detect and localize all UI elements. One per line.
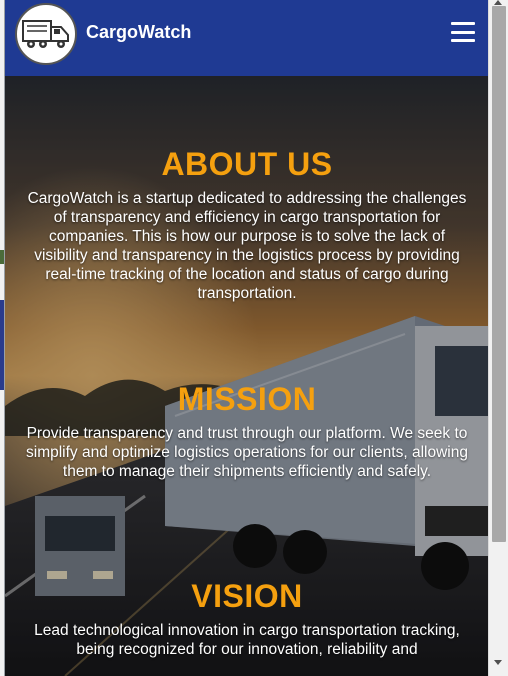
vision-text: Lead technological innovation in cargo t… [34,622,460,658]
vertical-scrollbar[interactable] [488,0,508,676]
about-text: CargoWatch is a startup dedicated to add… [27,190,467,302]
about-section: ABOUT US CargoWatch is a startup dedicat… [5,146,488,303]
brand-name[interactable]: CargoWatch [86,22,191,43]
hamburger-menu-icon[interactable] [451,22,475,42]
mobile-viewport: CargoWatch ABOUT US CargoWatch is a star… [4,0,488,676]
about-title: ABOUT US [161,146,333,182]
brand-logo[interactable] [15,3,77,65]
mission-text: Provide transparency and trust through o… [26,425,468,480]
navbar: CargoWatch [5,0,488,76]
vision-title: VISION [191,578,303,614]
mission-section: MISSION Provide transparency and trust t… [5,381,488,481]
scroll-up-arrow-icon[interactable] [494,0,502,5]
hero-section: ABOUT US CargoWatch is a startup dedicat… [5,76,488,676]
vision-section: VISION Lead technological innovation in … [5,578,488,659]
hamburger-line [451,39,475,42]
hamburger-line [451,22,475,25]
truck-icon [22,20,69,48]
scrollbar-thumb[interactable] [492,6,506,542]
mission-title: MISSION [177,381,317,417]
scroll-down-arrow-icon[interactable] [494,660,502,665]
hamburger-line [451,30,475,34]
